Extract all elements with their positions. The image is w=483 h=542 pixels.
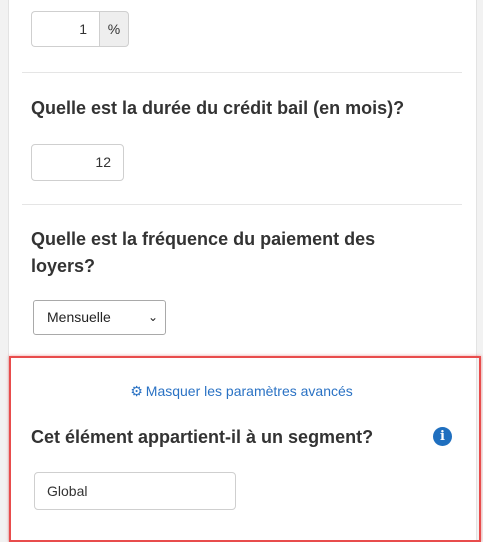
chevron-down-icon: ⌄ <box>147 310 158 324</box>
gear-icon: ⚙ <box>130 383 143 399</box>
duration-question: Quelle est la durée du crédit bail (en m… <box>31 98 405 118</box>
frequency-select[interactable]: Mensuelle ⌄ <box>33 300 166 335</box>
hide-advanced-settings-link[interactable]: ⚙ Masquer les paramètres avancés <box>0 381 483 401</box>
percent-input[interactable]: 1 <box>31 11 99 47</box>
hide-advanced-settings-label: Masquer les paramètres avancés <box>145 383 353 399</box>
segment-question: Cet élément appartient-il à un segment? <box>31 427 374 447</box>
percent-input-group: 1 % <box>31 11 129 47</box>
frequency-selected-value: Mensuelle <box>47 309 111 325</box>
info-circle-icon[interactable]: i <box>433 427 452 446</box>
divider <box>22 72 462 73</box>
frequency-question: Quelle est la fréquence du paiement des … <box>31 229 376 276</box>
duration-input[interactable]: 12 <box>31 144 124 181</box>
percent-addon: % <box>99 11 129 47</box>
divider <box>22 204 462 205</box>
segment-input[interactable]: Global <box>34 472 236 510</box>
